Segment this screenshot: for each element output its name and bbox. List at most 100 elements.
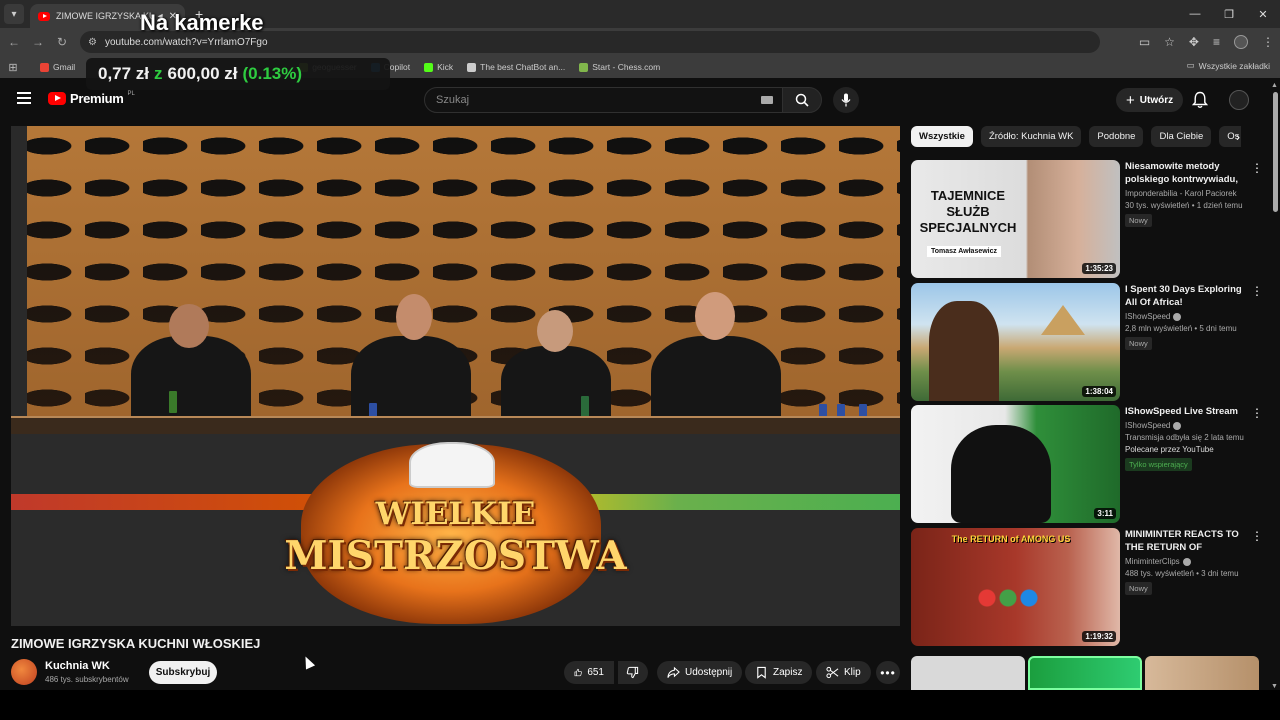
search-input[interactable]: Szukaj [424, 87, 784, 113]
menu-icon[interactable] [17, 92, 31, 104]
recommendation-title[interactable]: Niesamowite metody polskiego kontrwywiad… [1125, 160, 1245, 186]
bookmark-item[interactable]: The best ChatBot an... [467, 62, 565, 72]
video-thumbnail[interactable]: 3:11 [911, 405, 1120, 523]
notifications-bell-icon[interactable] [1192, 91, 1208, 109]
clip-button[interactable]: Klip [816, 661, 871, 684]
recommendation-item[interactable]: TAJEMNICE SŁUŻB SPECJALNYCH Tomasz Awłas… [911, 160, 1263, 278]
cast-icon[interactable]: ▭ [1139, 35, 1150, 49]
voice-search-button[interactable] [833, 87, 859, 113]
filter-chip[interactable]: Podobne [1089, 126, 1144, 147]
youtube-logo-icon [48, 92, 66, 105]
recommendation-channel[interactable]: MiniminterClips [1125, 557, 1245, 566]
keyboard-icon[interactable] [761, 96, 773, 104]
bookmark-icon [757, 666, 766, 679]
scroll-thumb[interactable] [1273, 92, 1278, 212]
video-thumbnail[interactable]: TAJEMNICE SŁUŻB SPECJALNYCH Tomasz Awłas… [911, 160, 1120, 278]
recommended-by-youtube: Polecane przez YouTube [1125, 445, 1214, 454]
goal-percent: (0.13%) [242, 64, 303, 83]
filter-chip[interactable]: Źródło: Kuchnia WK [980, 126, 1082, 147]
browser-menu-icon[interactable]: ⋮ [1262, 35, 1274, 49]
scroll-up-icon[interactable]: ▲ [1271, 82, 1278, 89]
short-thumbnail[interactable] [1028, 656, 1142, 690]
forward-button[interactable]: → [26, 35, 50, 49]
back-button[interactable]: ← [2, 35, 26, 49]
recommendation-info: Niesamowite metody polskiego kontrwywiad… [1125, 160, 1245, 228]
reload-button[interactable]: ↻ [50, 35, 74, 49]
more-actions-button[interactable]: ••• [876, 661, 900, 684]
shorts-row [911, 656, 1261, 690]
profile-avatar[interactable] [1234, 35, 1248, 49]
filter-chip[interactable]: Wszystkie [911, 126, 973, 147]
video-title: ZIMOWE IGRZYSKA KUCHNI WŁOSKIEJ [11, 636, 261, 651]
clip-label: Klip [844, 667, 861, 678]
bookmark-favicon-icon [424, 62, 434, 72]
channel-avatar[interactable] [11, 659, 37, 685]
apps-grid-icon[interactable]: ⊞ [0, 61, 26, 74]
scissors-icon [826, 666, 839, 679]
bookmark-star-icon[interactable]: ☆ [1164, 35, 1175, 49]
tab-search-button[interactable]: ▾ [4, 4, 24, 24]
recommendation-channel[interactable]: IShowSpeed [1125, 312, 1245, 321]
share-button[interactable]: Udostępnij [657, 661, 743, 684]
extensions-icon[interactable]: ✥ [1189, 35, 1199, 49]
recommendation-info: MINIMINTER REACTS TO THE RETURN OF SIDEM… [1125, 528, 1245, 596]
verified-icon [1182, 557, 1191, 566]
all-bookmarks-label: Wszystkie zakładki [1198, 60, 1270, 71]
short-thumbnail[interactable] [1145, 656, 1259, 690]
recommendation-item[interactable]: The RETURN of AMONG US 1:19:32 MINIMINTE… [911, 528, 1263, 646]
more-options-icon[interactable]: ⋮ [1251, 530, 1263, 542]
bookmark-favicon-icon [40, 62, 49, 72]
chevron-right-icon[interactable]: › [1236, 130, 1240, 144]
subscribe-button[interactable]: Subskrybuj [149, 661, 217, 684]
save-label: Zapisz [773, 667, 803, 678]
bookmark-item[interactable]: Start - Chess.com [579, 62, 660, 72]
video-person [396, 294, 432, 340]
close-window-button[interactable]: ✕ [1246, 0, 1280, 28]
bookmark-item[interactable]: Gmail [40, 62, 75, 72]
recommendation-meta: 488 tys. wyświetleń • 3 dni temu [1125, 569, 1239, 578]
mouse-cursor-icon [300, 654, 316, 670]
save-button[interactable]: Zapisz [745, 661, 813, 684]
more-options-icon[interactable]: ⋮ [1251, 407, 1263, 419]
recommendation-channel[interactable]: IShowSpeed [1125, 421, 1245, 430]
recommendation-item[interactable]: 1:38:04 I Spent 30 Days Exploring All Of… [911, 283, 1263, 401]
channel-subscribers: 486 tys. subskrybentów [45, 675, 129, 684]
recommendation-channel[interactable]: Imponderabilia - Karol Paciorek [1125, 189, 1245, 198]
site-info-icon[interactable]: ⚙ [88, 37, 97, 48]
minimize-button[interactable]: — [1178, 0, 1212, 28]
scroll-down-icon[interactable]: ▼ [1271, 683, 1278, 690]
more-options-icon[interactable]: ⋮ [1251, 162, 1263, 174]
thumbnail-person [929, 301, 999, 401]
account-avatar[interactable] [1229, 90, 1249, 110]
bookmark-label: Start - Chess.com [592, 62, 661, 72]
recommendation-meta: Transmisja odbyła się 2 lata temu [1125, 433, 1244, 442]
media-icon[interactable]: ≡ [1213, 35, 1220, 49]
recommendation-title[interactable]: IShowSpeed Live Stream [1125, 405, 1245, 418]
channel-name[interactable]: Kuchnia WK [45, 660, 110, 672]
youtube-premium-logo[interactable]: Premium PL [48, 91, 135, 106]
bookmark-item[interactable]: Kick [424, 62, 453, 72]
like-button[interactable]: 651 [564, 661, 614, 684]
short-thumbnail[interactable] [911, 656, 1025, 690]
recommendation-item[interactable]: 3:11 IShowSpeed Live Stream IShowSpeed T… [911, 405, 1263, 523]
recommendation-title[interactable]: I Spent 30 Days Exploring All Of Africa! [1125, 283, 1245, 309]
search-placeholder: Szukaj [436, 94, 470, 106]
create-button[interactable]: + Utwórz [1116, 88, 1184, 112]
page-scrollbar[interactable]: ▲ ▼ [1270, 82, 1280, 690]
bottom-letterbox [0, 690, 1280, 720]
all-bookmarks[interactable]: ▭ Wszystkie zakładki [1187, 60, 1270, 71]
search-button[interactable] [782, 87, 822, 113]
more-options-icon[interactable]: ⋮ [1251, 285, 1263, 297]
thumbs-down-icon [626, 666, 639, 679]
recommendation-title[interactable]: MINIMINTER REACTS TO THE RETURN OF SIDEM… [1125, 528, 1245, 554]
video-thumbnail[interactable]: The RETURN of AMONG US 1:19:32 [911, 528, 1120, 646]
new-badge: Nowy [1125, 582, 1152, 595]
video-duration: 1:35:23 [1082, 263, 1116, 274]
filter-chip[interactable]: Dla Ciebie [1151, 126, 1212, 147]
video-player[interactable]: WIELKIE MISTRZOSTWA [11, 126, 900, 626]
video-thumbnail[interactable]: 1:38:04 [911, 283, 1120, 401]
maximize-button[interactable]: ❐ [1212, 0, 1246, 28]
dislike-button[interactable] [618, 661, 648, 684]
pyramid-shape [1041, 305, 1085, 335]
recommendation-channel-name: IShowSpeed [1125, 421, 1171, 430]
